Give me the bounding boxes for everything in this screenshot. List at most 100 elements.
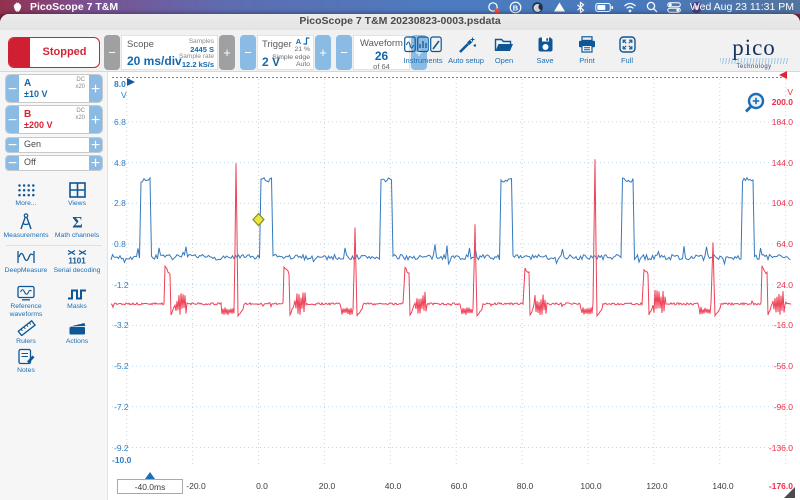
left-axis-tick-label[interactable]: -3.2	[114, 320, 129, 330]
channel-a-axis-marker[interactable]	[127, 78, 135, 86]
search-icon[interactable]	[646, 1, 658, 13]
channel-b-id: B	[24, 109, 32, 120]
math-channels-label: Math channels	[54, 232, 100, 239]
sample-rate-label: Sample rate	[178, 53, 214, 60]
sidebar-tool-more[interactable]: More...	[2, 180, 50, 208]
off-label: Off	[24, 157, 36, 167]
generator-decrease-button[interactable]: −	[6, 138, 19, 152]
trigger-increase-button[interactable]: +	[315, 35, 331, 70]
left-axis-tick-label[interactable]: -7.2	[114, 402, 129, 412]
time-axis-tick-label: 140.0	[712, 481, 734, 491]
right-axis-tick-label[interactable]: 184.0	[728, 117, 793, 127]
channel-a-coupling: DC x20	[75, 77, 85, 90]
left-axis-top-label[interactable]: 8.0	[114, 79, 126, 89]
sidebar-tool-reference-waveforms[interactable]: Reference waveforms	[2, 283, 50, 319]
right-axis-tick-label[interactable]: 64.0	[728, 239, 793, 249]
channel-b-decrease-button[interactable]: −	[6, 106, 19, 133]
left-axis-unit: V	[121, 90, 127, 100]
time-axis-tick-label: -20.0	[186, 481, 206, 491]
off-decrease-button[interactable]: −	[6, 156, 19, 170]
trigger-marker-diamond[interactable]	[252, 212, 265, 227]
waveform-chart[interactable]: 8.0 V 6.8 4.8 2.8 0.8 -1.2 -3.2 -5.2 -7.2 -9.2 -10.…	[108, 71, 800, 500]
right-axis-tick-label[interactable]: -56.0	[728, 361, 793, 371]
left-axis-tick-label[interactable]: 0.8	[114, 239, 126, 249]
channel-b-increase-button[interactable]: +	[89, 106, 102, 133]
macos-menu-bar: PicoScope 7 T&M B Wed Aug 23 11:31 PM	[0, 0, 800, 14]
rulers-icon	[2, 318, 50, 336]
sidebar-tool-views[interactable]: Views	[53, 180, 101, 208]
apple-menu-icon[interactable]	[13, 2, 22, 12]
right-axis-tick-label[interactable]: 24.0	[728, 280, 793, 290]
trigger-decrease-button[interactable]: −	[240, 35, 256, 70]
more-icon	[2, 180, 50, 198]
full-button[interactable]: Full	[600, 36, 654, 70]
trigger-mode: Simple edge	[272, 53, 310, 61]
channel-a-range: ±10 V	[24, 89, 48, 99]
sidebar-tool-math-channels[interactable]: Σ Math channels	[53, 212, 101, 240]
left-axis-tick-label[interactable]: 2.8	[114, 198, 126, 208]
menubar-app-name[interactable]: PicoScope 7 T&M	[30, 0, 118, 14]
measurements-icon	[2, 212, 50, 230]
right-axis-top-label[interactable]: 200.0	[728, 97, 793, 107]
channel-a-trace	[110, 176, 791, 266]
waveform-previous-button[interactable]: −	[336, 35, 352, 70]
left-axis-tick-label[interactable]: 6.8	[114, 117, 126, 127]
sidebar-tool-actions[interactable]: Actions	[53, 318, 101, 346]
trigger-percent: 21 %	[294, 46, 311, 53]
math-channels-icon: Σ	[53, 212, 101, 231]
channel-a-panel[interactable]: − A DC x20 ±10 V +	[5, 74, 103, 103]
timebase-value[interactable]: 20 ms/div	[127, 54, 182, 68]
time-axis-tick-label: 60.0	[450, 481, 468, 491]
time-reference-marker[interactable]	[145, 472, 155, 479]
left-axis-tick-label[interactable]: -1.2	[114, 280, 129, 290]
trigger-panel-title: Trigger	[262, 39, 292, 50]
timebase-increase-button[interactable]: +	[219, 35, 235, 70]
stop-start-button[interactable]: Stopped	[8, 37, 100, 68]
channel-a-increase-button[interactable]: +	[89, 75, 102, 102]
screen-record-icon[interactable]	[487, 1, 500, 14]
generator-increase-button[interactable]: +	[89, 138, 102, 152]
right-axis-tick-label[interactable]: 104.0	[728, 198, 793, 208]
sidebar-tool-serial-decoding[interactable]: 1101 Serial decoding	[53, 247, 101, 275]
scope-panel[interactable]: Scope 20 ms/div Samples 2445 S Sample ra…	[121, 35, 218, 70]
timebase-decrease-button[interactable]: −	[104, 35, 120, 70]
pico-logo-text: pico	[732, 35, 776, 60]
menubar-status-icons: B	[487, 0, 703, 14]
channel-b-axis-marker[interactable]	[779, 71, 787, 79]
channel-b-panel[interactable]: − B DC x20 ±200 V +	[5, 105, 103, 134]
left-axis-tick-label[interactable]: -5.2	[114, 361, 129, 371]
left-axis-tick-label[interactable]: 4.8	[114, 158, 126, 168]
battery-icon[interactable]	[595, 2, 614, 13]
b-badge-icon[interactable]: B	[509, 1, 522, 14]
right-axis-unit: V	[787, 87, 793, 97]
sidebar-tool-masks[interactable]: Masks	[53, 283, 101, 311]
moon-circle-icon[interactable]	[531, 1, 544, 14]
right-axis-tick-label[interactable]: 144.0	[728, 158, 793, 168]
trigger-panel[interactable]: Trigger 2 V A 21 % Simple edge Auto	[257, 35, 314, 70]
deepmeasure-icon	[2, 247, 50, 265]
sidebar-tool-rulers[interactable]: Rulers	[2, 318, 50, 346]
channel-a-decrease-button[interactable]: −	[6, 75, 19, 102]
sidebar-tool-deepmeasure[interactable]: DeepMeasure	[2, 247, 50, 275]
channel-b-coupling: DC x20	[75, 108, 85, 121]
right-axis-tick-label[interactable]: -136.0	[728, 443, 793, 453]
plot-area[interactable]	[108, 75, 800, 470]
right-axis-tick-label[interactable]: -96.0	[728, 402, 793, 412]
off-increase-button[interactable]: +	[89, 156, 102, 170]
left-axis-bottom-label[interactable]: -10.0	[112, 455, 131, 465]
reference-waveforms-icon	[2, 283, 50, 301]
time-axis-tick-label: 40.0	[384, 481, 402, 491]
bluetooth-icon[interactable]	[575, 0, 586, 14]
corner-resize-grip[interactable]	[784, 487, 795, 498]
wifi-icon[interactable]	[623, 2, 637, 13]
sidebar-tool-notes[interactable]: Notes	[2, 347, 50, 375]
left-axis-tick-label[interactable]: -9.2	[114, 443, 129, 453]
right-axis-tick-label[interactable]: -16.0	[728, 320, 793, 330]
sidebar-tool-measurements[interactable]: Measurements	[2, 212, 50, 240]
off-row[interactable]: − Off +	[5, 155, 103, 171]
menubar-clock[interactable]: Wed Aug 23 11:31 PM	[690, 0, 794, 14]
triangle-icon[interactable]	[553, 1, 566, 13]
control-center-icon[interactable]	[667, 1, 681, 13]
generator-row[interactable]: − Gen +	[5, 137, 103, 153]
scope-panel-title: Scope	[127, 39, 154, 50]
